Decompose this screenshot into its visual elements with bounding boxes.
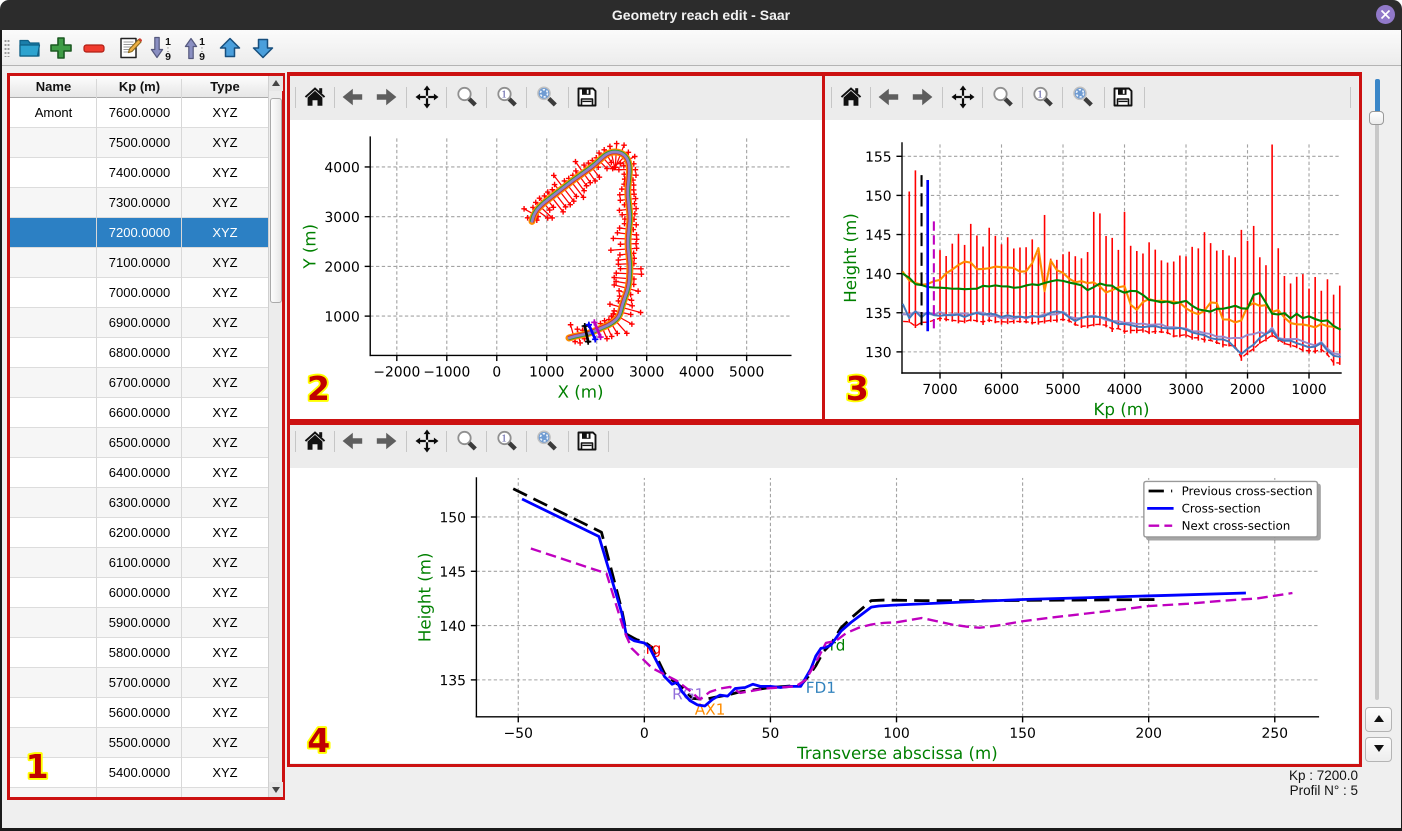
svg-text::: : <box>167 45 169 54</box>
svg-text::: : <box>201 45 203 54</box>
svg-text:1: 1 <box>1037 88 1043 100</box>
svg-text:1: 1 <box>501 88 507 100</box>
svg-text:1: 1 <box>501 432 507 444</box>
